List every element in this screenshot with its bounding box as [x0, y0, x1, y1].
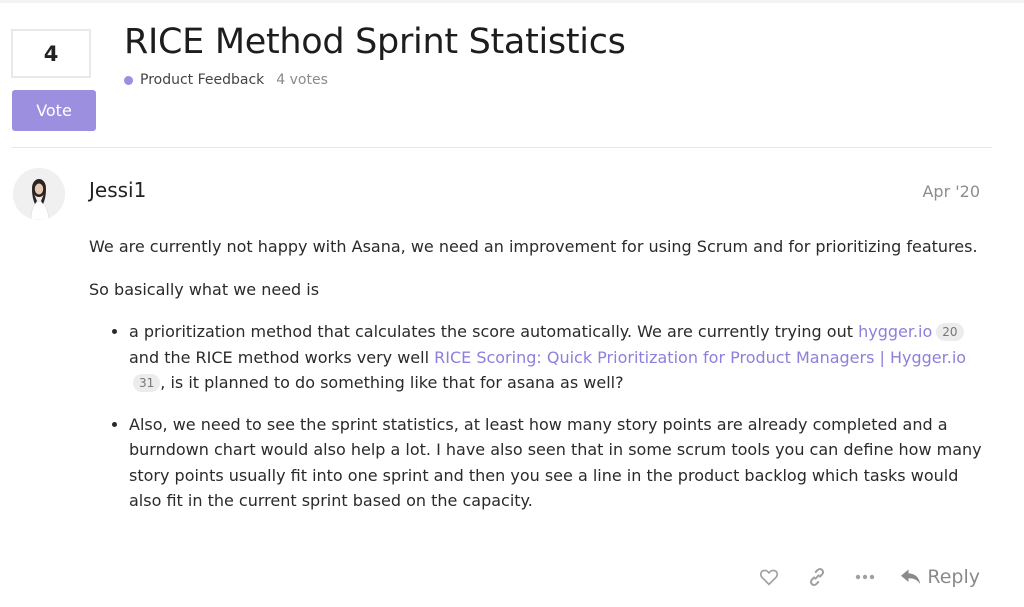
votes-count-text: 4 votes	[276, 72, 328, 88]
category-link[interactable]: Product Feedback	[140, 72, 264, 88]
divider	[12, 147, 992, 148]
top-bar	[0, 0, 1024, 3]
rice-scoring-link[interactable]: RICE Scoring: Quick Prioritization for P…	[434, 348, 966, 367]
post-bullet-list: a prioritization method that calculates …	[89, 319, 989, 514]
hygger-link[interactable]: hygger.io	[858, 322, 932, 341]
list-item-text: , is it planned to do something like tha…	[160, 373, 624, 392]
vote-button[interactable]: Vote	[12, 90, 96, 131]
post-paragraph: We are currently not happy with Asana, w…	[89, 237, 978, 256]
reply-label: Reply	[927, 566, 980, 588]
link-icon[interactable]	[805, 564, 829, 590]
category-dot-icon	[124, 75, 133, 85]
post-username[interactable]: Jessi1	[89, 178, 146, 202]
post-date[interactable]: Apr '20	[922, 182, 980, 201]
topic-meta: Product Feedback 4 votes	[124, 72, 328, 88]
avatar-image	[13, 168, 65, 220]
post-paragraph: So basically what we need is	[89, 279, 320, 299]
link-click-count-badge: 31	[133, 374, 161, 392]
post-actions: Reply	[757, 564, 980, 590]
avatar[interactable]	[13, 168, 65, 220]
reply-button[interactable]: Reply	[901, 566, 980, 588]
topic-title: RICE Method Sprint Statistics	[124, 22, 626, 62]
list-item: a prioritization method that calculates …	[129, 319, 989, 396]
heart-icon[interactable]	[757, 564, 781, 590]
list-item-text: and the RICE method works very well	[129, 347, 435, 367]
reply-icon	[901, 569, 921, 585]
list-item: Also, we need to see the sprint statisti…	[129, 412, 989, 514]
link-click-count-badge: 20	[936, 323, 964, 341]
list-item-text: a prioritization method that calculates …	[129, 322, 859, 341]
vote-count: 4	[11, 29, 91, 78]
post-body: We are currently not happy with Asana, w…	[89, 234, 989, 530]
ellipsis-icon[interactable]	[853, 564, 877, 590]
